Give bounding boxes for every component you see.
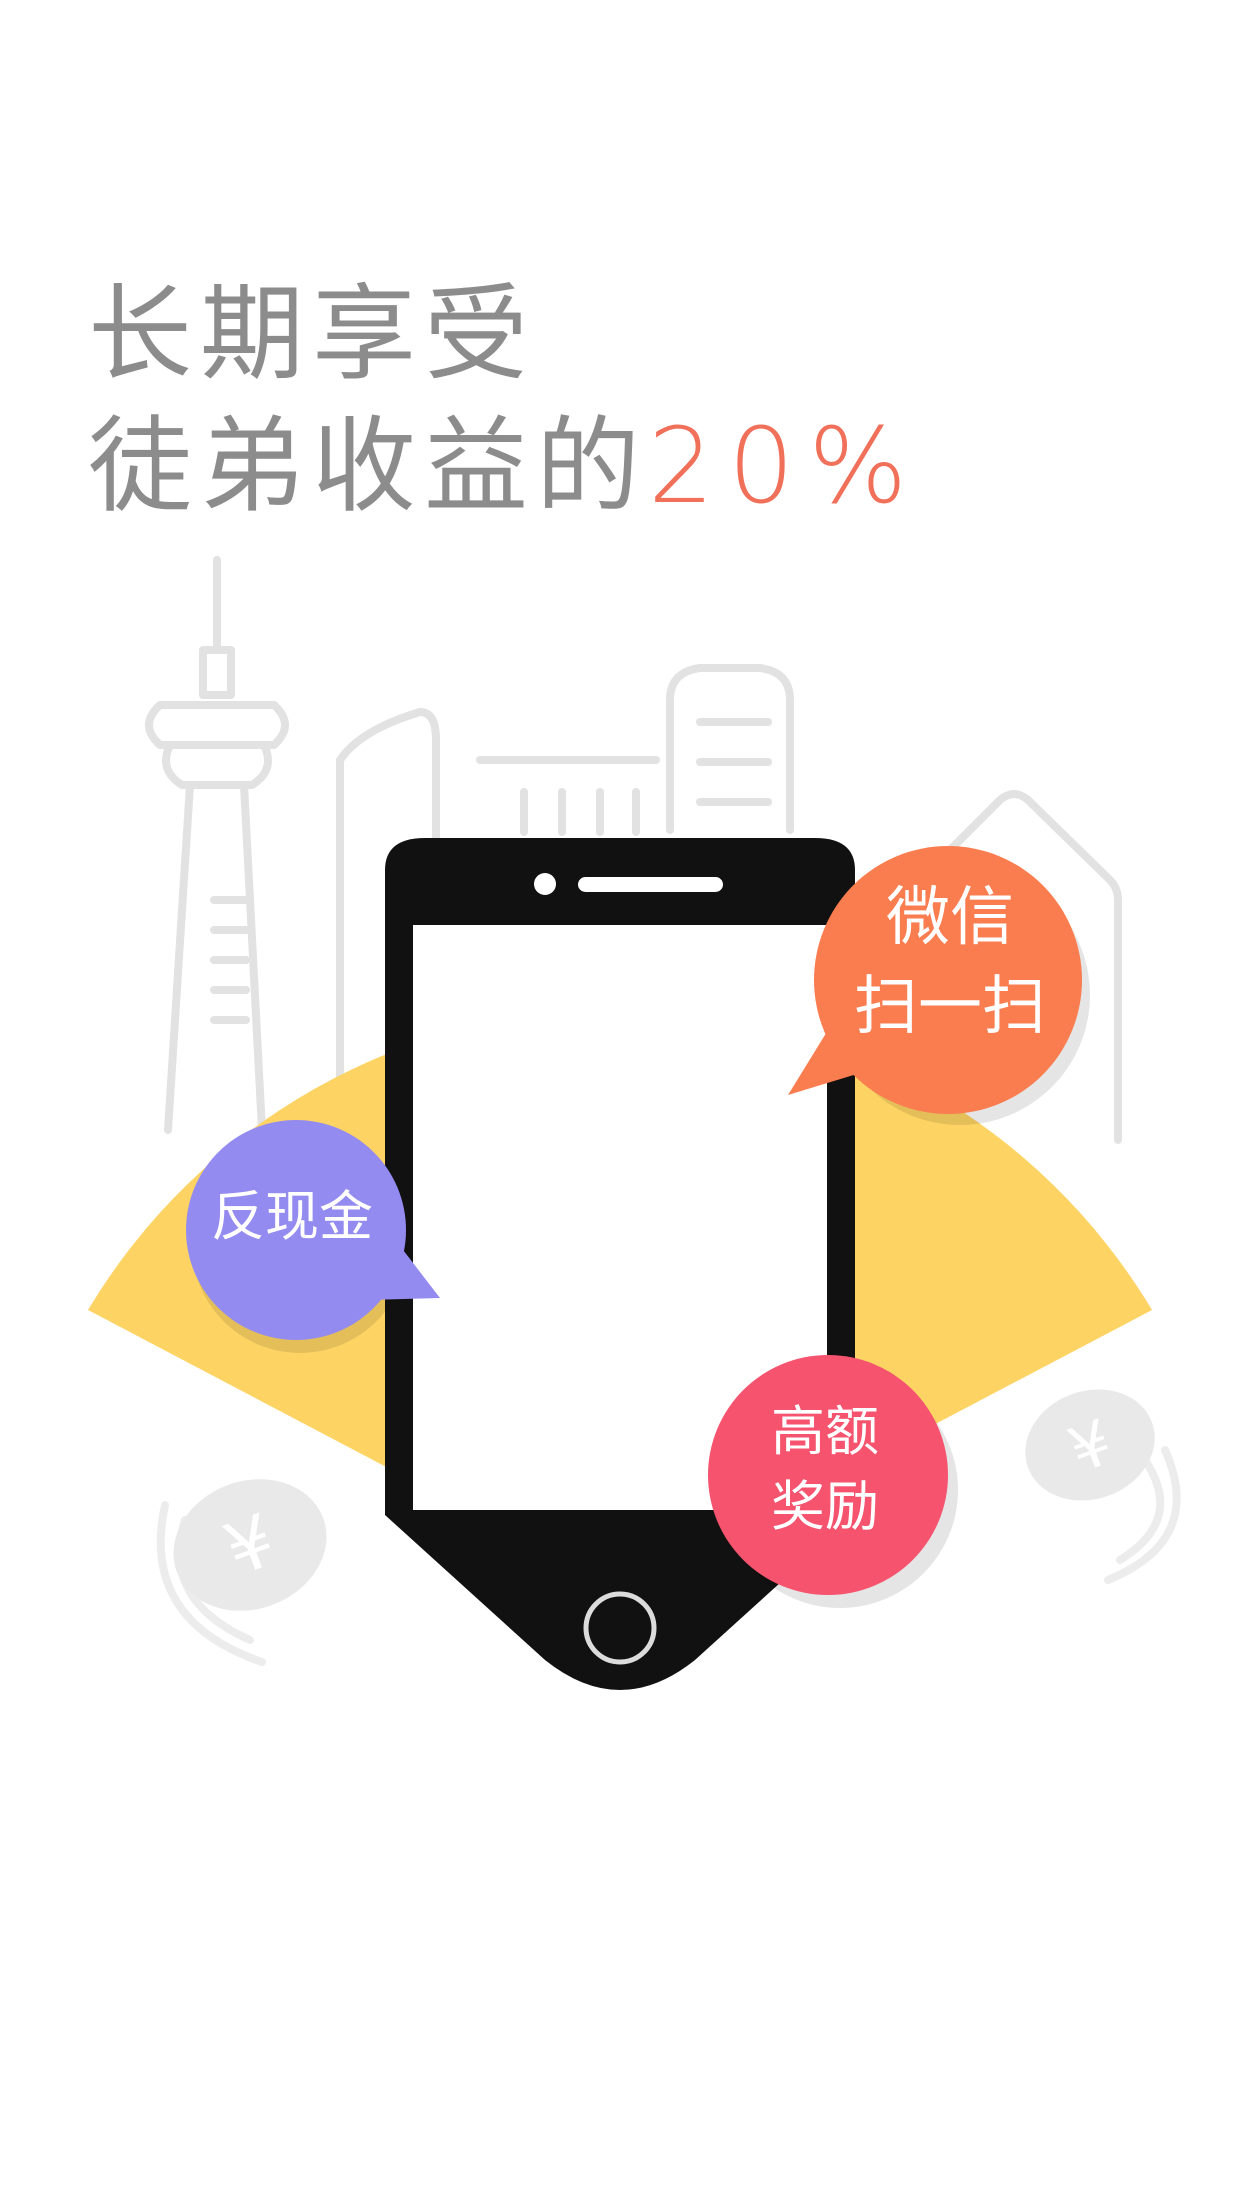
onboarding-screen: ¥ ¥ 长期享受 徒弟收益的20% 微信 扫一扫 反现金 高额 奖励 [0, 0, 1242, 2208]
cashback-label: 反现金 [182, 1185, 402, 1250]
headline-line-2: 徒弟收益的20% [88, 414, 921, 518]
wechat-label-line-2: 扫一扫 [854, 969, 1046, 1044]
wechat-scan-label: 微信 扫一扫 [800, 880, 1100, 1046]
cashback-label-text: 反现金 [211, 1185, 373, 1248]
reward-label-line-2: 奖励 [771, 1474, 879, 1538]
high-reward-label: 高额 奖励 [725, 1400, 925, 1540]
headline-line-1-text: 长期享受 [88, 273, 537, 395]
reward-label-line-1: 高额 [771, 1400, 879, 1463]
yuan-coin-icon-left: ¥ [156, 1479, 327, 1666]
highlight-percentage: 20% [648, 405, 922, 527]
yuan-coin-icon-right: ¥ [1025, 1389, 1181, 1584]
headline-line-2-prefix: 徒弟收益的 [88, 405, 649, 527]
headline-line-1: 长期享受 [88, 282, 536, 386]
wechat-label-line-1: 微信 [886, 881, 1014, 955]
